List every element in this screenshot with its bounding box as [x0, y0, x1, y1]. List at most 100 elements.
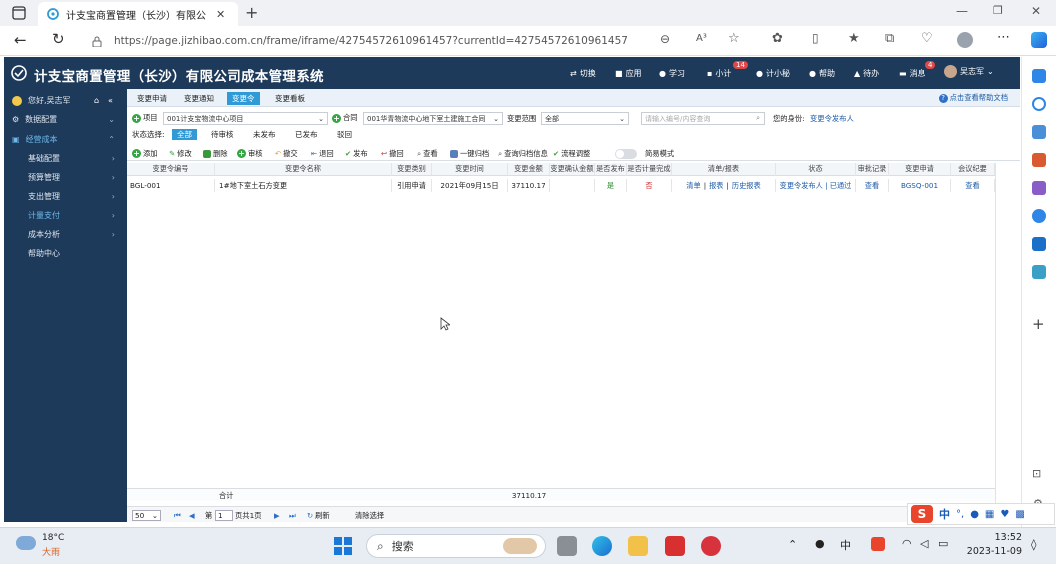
notification-icon[interactable]: [1032, 69, 1046, 83]
clear-selection-button[interactable]: 清除选择: [355, 510, 384, 521]
help-button[interactable]: ● 帮助: [809, 68, 835, 79]
favorites-icon[interactable]: ★: [848, 31, 860, 46]
edit-button[interactable]: ✎ 修改: [169, 148, 192, 159]
sidebar-item-help-center[interactable]: 帮助中心: [4, 244, 127, 263]
first-page-button[interactable]: ⏮: [174, 510, 181, 521]
flow-adjust-button[interactable]: ✔ 流程调整: [553, 148, 590, 159]
report-link[interactable]: 报表: [709, 181, 723, 191]
withdraw-submit-button[interactable]: ↶ 撤交: [275, 148, 298, 159]
tag-icon[interactable]: [1032, 125, 1046, 139]
state-rejected[interactable]: 驳回: [332, 129, 357, 140]
wifi-icon[interactable]: ◠: [902, 537, 912, 550]
identity-value[interactable]: 变更令发布人: [810, 114, 854, 124]
sidebar-item-expense[interactable]: 支出管理 ›: [4, 187, 127, 206]
profile-avatar[interactable]: [957, 32, 973, 48]
scope-select[interactable]: 全部 ⌄: [541, 112, 629, 125]
windows-start-icon[interactable]: [334, 537, 352, 555]
tray-overflow-icon[interactable]: ⌃: [788, 538, 797, 551]
collections-icon[interactable]: ⧉: [885, 31, 894, 46]
sidebar-item-measure-payment[interactable]: 计量支付 ›: [4, 206, 127, 225]
archive-button[interactable]: 一键归档: [450, 148, 489, 159]
revoke-button[interactable]: ↩ 撤回: [381, 148, 404, 159]
sogou-logo-icon[interactable]: S: [911, 505, 933, 523]
battery-icon[interactable]: ▭: [938, 537, 948, 550]
maximize-icon[interactable]: ❐: [993, 4, 1003, 17]
new-tab-icon[interactable]: +: [245, 3, 258, 22]
apply-link[interactable]: BGSQ-001: [889, 179, 951, 192]
search-icon[interactable]: ⌕: [756, 114, 760, 123]
publish-button[interactable]: ✔ 发布: [345, 148, 368, 159]
return-button[interactable]: ⇤ 退回: [311, 148, 334, 159]
toggle-switch[interactable]: [615, 148, 637, 159]
tools-icon[interactable]: ▩: [1015, 509, 1024, 520]
meeting-view-link[interactable]: 查看: [951, 179, 995, 192]
simple-mode-toggle[interactable]: 简易模式: [615, 148, 674, 159]
approval-view-link[interactable]: 查看: [856, 179, 889, 192]
tab-change-notice[interactable]: 变更通知: [179, 92, 219, 105]
cell-status[interactable]: 变更令发布人 | 已通过: [776, 179, 856, 192]
skin-icon[interactable]: ♥: [1000, 509, 1009, 520]
tray-sogou-icon[interactable]: [871, 537, 885, 551]
state-all[interactable]: 全部: [172, 129, 197, 140]
page-size-select[interactable]: 50 ⌄: [132, 510, 161, 521]
next-page-button[interactable]: ▶: [274, 510, 280, 521]
screenshot-icon[interactable]: ⊡: [1032, 467, 1041, 480]
close-window-icon[interactable]: ✕: [1031, 4, 1041, 18]
punctuation-icon[interactable]: °,: [956, 509, 964, 520]
mic-icon[interactable]: ●: [970, 509, 979, 520]
tab-change-order[interactable]: 变更令: [227, 92, 260, 105]
file-explorer-icon[interactable]: [628, 536, 648, 556]
refresh-icon[interactable]: ↻: [52, 30, 65, 48]
todo-button[interactable]: ▲ 待办: [854, 68, 879, 79]
url-field[interactable]: https://page.jizhibao.com.cn/frame/ifram…: [92, 30, 672, 52]
sidebar-item-budget[interactable]: 预算管理 ›: [4, 168, 127, 187]
state-unpublished[interactable]: 未发布: [248, 129, 281, 140]
performance-icon[interactable]: ♡: [921, 31, 933, 46]
extensions-icon[interactable]: ✿: [772, 31, 783, 46]
sidebar-item-operating-cost[interactable]: ▣ 经营成本 ⌃: [4, 130, 127, 149]
messages-button[interactable]: ▬ 消息 4: [899, 61, 936, 79]
notification-bell-icon[interactable]: ◊: [1031, 538, 1036, 551]
wps-icon[interactable]: [665, 536, 685, 556]
history-report-link[interactable]: 历史报表: [732, 181, 761, 191]
contract-select[interactable]: 001华青物流中心地下室土建施工合同 ⌄: [363, 112, 503, 125]
tab-change-apply[interactable]: 变更申请: [132, 92, 172, 105]
copilot-sidebar-icon[interactable]: [1032, 209, 1046, 223]
xiaoji-button[interactable]: ▪ 小计 14: [707, 61, 748, 79]
user-menu[interactable]: 吴志军 ⌄: [944, 65, 994, 78]
archive-query-button[interactable]: ⌕ 查询归档信息: [498, 148, 548, 159]
view-button[interactable]: ⌕ 查看: [417, 148, 438, 159]
volume-icon[interactable]: ◁: [920, 537, 928, 550]
read-aloud-icon[interactable]: A³: [696, 33, 707, 44]
ime-mode[interactable]: 中: [939, 506, 950, 522]
tab-change-board[interactable]: 变更看板: [270, 92, 310, 105]
delete-button[interactable]: 删除: [203, 148, 228, 159]
netease-music-icon[interactable]: [701, 536, 721, 556]
browser-tab[interactable]: 计支宝商置管理（长沙）有限公 ✕: [38, 2, 238, 26]
help-doc-link[interactable]: ? 点击查看帮助文档: [938, 93, 1008, 103]
prev-page-button[interactable]: ◀: [189, 510, 195, 521]
back-icon[interactable]: ←: [14, 31, 27, 49]
edge-browser-icon[interactable]: [592, 536, 612, 556]
keyboard-icon[interactable]: ▦: [985, 509, 994, 520]
table-row[interactable]: BGL-001 1#地下室土石方变更 引用申请 2021年09月15日 3711…: [127, 179, 995, 192]
add-button[interactable]: + 添加: [132, 148, 158, 159]
favorite-star-icon[interactable]: ☆: [728, 31, 740, 46]
search-input[interactable]: 请输入编号/内容查询 ⌕: [641, 112, 765, 125]
sidebar-item-data-config[interactable]: ⚙ 数据配置 ⌄: [4, 110, 127, 129]
list-link[interactable]: 清单: [686, 181, 700, 191]
close-tab-icon[interactable]: ✕: [216, 8, 225, 21]
last-page-button[interactable]: ⏭: [289, 510, 296, 521]
tab-actions-icon[interactable]: [12, 6, 26, 20]
weather-icon[interactable]: [16, 536, 36, 550]
copilot-icon[interactable]: [1031, 32, 1047, 48]
split-screen-icon[interactable]: ▯: [812, 31, 819, 45]
zoom-icon[interactable]: ⊖: [660, 32, 670, 46]
taskbar-ime[interactable]: 中: [840, 537, 851, 553]
jixiaomi-button[interactable]: ● 计小秘: [756, 68, 790, 79]
switch-button[interactable]: ⇄ 切换: [570, 68, 596, 79]
state-published[interactable]: 已发布: [290, 129, 323, 140]
taskbar-search[interactable]: ⌕ 搜索: [366, 534, 546, 558]
collapse-icon[interactable]: «: [108, 96, 113, 105]
learn-button[interactable]: ● 学习: [659, 68, 685, 79]
